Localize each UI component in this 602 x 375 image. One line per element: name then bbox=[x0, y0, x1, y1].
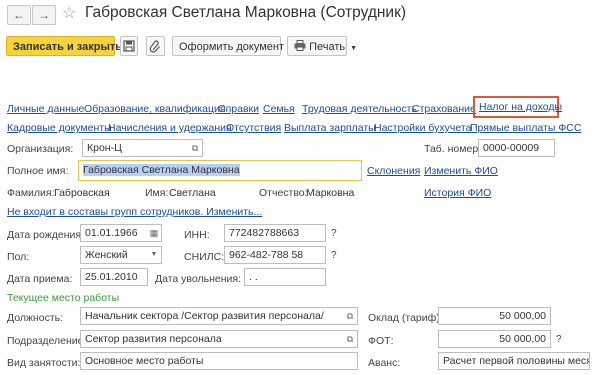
save-button[interactable] bbox=[120, 36, 138, 56]
tab-work-history[interactable]: Трудовая деятельность bbox=[302, 103, 417, 115]
org-value: Крон-Ц bbox=[87, 142, 122, 154]
chevron-down-icon[interactable]: ▼ bbox=[147, 247, 161, 263]
tab-absences[interactable]: Отсутствия bbox=[226, 122, 281, 134]
position-label: Должность: bbox=[7, 312, 64, 324]
tab-hr-documents[interactable]: Кадровые документы bbox=[7, 122, 112, 134]
snils-field[interactable]: 962-482-788 58 bbox=[224, 246, 326, 264]
tab-certificates[interactable]: Справки bbox=[218, 103, 259, 115]
back-arrow-icon: ← bbox=[13, 8, 25, 22]
fot-help-icon[interactable]: ? bbox=[556, 334, 562, 345]
forward-button[interactable]: → bbox=[32, 5, 56, 25]
birth-date-field[interactable]: 01.01.1966 ▦ bbox=[80, 224, 162, 242]
patronymic-value: Марковна bbox=[306, 187, 355, 199]
inn-help-icon[interactable]: ? bbox=[331, 228, 337, 239]
advance-label: Аванс: bbox=[368, 357, 401, 369]
inn-label: ИНН: bbox=[184, 229, 210, 241]
surname-value: Габровская bbox=[54, 187, 110, 199]
section-current-workplace: Текущее место работы bbox=[7, 292, 120, 304]
org-label: Организация: bbox=[7, 143, 74, 155]
hire-date-field[interactable]: 25.01.2010 bbox=[80, 268, 148, 286]
position-value: Начальник сектора /Сектор развития персо… bbox=[85, 310, 324, 322]
fire-date-label: Дата увольнения: bbox=[155, 273, 241, 285]
chevron-down-icon: ▼ bbox=[350, 45, 358, 52]
tab-income-tax[interactable]: Налог на доходы bbox=[479, 101, 562, 113]
inn-field[interactable]: 772482788663 bbox=[224, 224, 326, 242]
printer-icon bbox=[294, 40, 306, 51]
salary-field[interactable]: 50 000,00 bbox=[438, 307, 551, 325]
page-title: Габровская Светлана Марковна (Сотрудник) bbox=[85, 4, 407, 21]
tab-family[interactable]: Семья bbox=[263, 103, 295, 115]
open-icon[interactable]: ⧉ bbox=[188, 140, 202, 156]
open-icon[interactable]: ⧉ bbox=[343, 331, 357, 347]
fot-label: ФОТ: bbox=[368, 335, 394, 347]
gender-value: Женский bbox=[85, 249, 128, 261]
department-field[interactable]: Сектор развития персонала ⧉ bbox=[80, 330, 358, 348]
tab-fss-payments[interactable]: Прямые выплаты ФСС bbox=[470, 122, 581, 134]
name-value: Светлана bbox=[169, 187, 216, 199]
fio-history-link[interactable]: История ФИО bbox=[424, 187, 491, 199]
open-icon[interactable]: ⧉ bbox=[343, 308, 357, 324]
gender-field[interactable]: Женский ▼ bbox=[80, 246, 162, 264]
birth-date-label: Дата рождения: bbox=[7, 229, 84, 241]
employment-type-field[interactable]: Основное место работы bbox=[80, 352, 358, 370]
tab-personal-data[interactable]: Личные данные bbox=[7, 103, 84, 115]
tab-accounting-settings[interactable]: Настройки бухучета bbox=[374, 122, 471, 134]
tab-insurance[interactable]: Страхование bbox=[412, 103, 476, 115]
floppy-disk-icon bbox=[123, 40, 135, 52]
fot-field[interactable]: 50 000,00 bbox=[438, 330, 551, 348]
tab-number-label: Таб. номер: bbox=[424, 143, 482, 155]
tab-salary-payment[interactable]: Выплата зарплаты bbox=[284, 122, 376, 134]
advance-field[interactable]: Расчет первой половины месяца bbox=[438, 352, 590, 370]
birth-date-value: 01.01.1966 bbox=[85, 227, 138, 239]
department-label: Подразделение: bbox=[7, 335, 87, 347]
org-field[interactable]: Крон-Ц ⧉ bbox=[82, 139, 203, 157]
hire-date-label: Дата приема: bbox=[7, 273, 73, 285]
change-fio-link[interactable]: Изменить ФИО bbox=[424, 165, 498, 177]
groups-link[interactable]: Не входит в составы групп сотрудников. И… bbox=[7, 206, 262, 218]
print-button[interactable]: Печать ▼ bbox=[287, 36, 357, 56]
tab-number-field[interactable]: 0000-00009 bbox=[478, 139, 555, 157]
department-value: Сектор развития персонала bbox=[85, 333, 222, 345]
back-button[interactable]: ← bbox=[7, 5, 31, 25]
fire-date-field[interactable]: . . bbox=[244, 268, 326, 286]
salary-label: Оклад (тариф): bbox=[368, 312, 443, 324]
make-document-button[interactable]: Оформить документ ▼ bbox=[172, 36, 297, 56]
fullname-field[interactable]: Габровская Светлана Марковна bbox=[78, 160, 362, 181]
fullname-label: Полное имя: bbox=[7, 165, 69, 177]
name-label: Имя: bbox=[145, 187, 169, 199]
position-field[interactable]: Начальник сектора /Сектор развития персо… bbox=[80, 307, 358, 325]
snils-help-icon[interactable]: ? bbox=[331, 250, 337, 261]
tab-education[interactable]: Образование, квалификация bbox=[84, 103, 226, 115]
print-label: Печать bbox=[309, 41, 346, 53]
surname-label: Фамилия: bbox=[7, 187, 55, 199]
favorite-star-icon[interactable]: ☆ bbox=[62, 3, 76, 23]
patronymic-label: Отчество: bbox=[259, 187, 308, 199]
forward-arrow-icon: → bbox=[38, 8, 50, 22]
tab-accruals[interactable]: Начисления и удержания bbox=[108, 122, 232, 134]
snils-label: СНИЛС: bbox=[184, 251, 225, 263]
fullname-value: Габровская Светлана Марковна bbox=[83, 164, 240, 176]
gender-label: Пол: bbox=[7, 251, 30, 263]
declensions-link[interactable]: Склонения bbox=[367, 165, 420, 177]
make-document-label: Оформить документ bbox=[179, 41, 285, 53]
employment-type-label: Вид занятости: bbox=[7, 357, 81, 369]
attach-button[interactable] bbox=[146, 36, 165, 56]
paperclip-icon bbox=[149, 40, 160, 53]
save-close-button[interactable]: Записать и закрыть bbox=[6, 36, 122, 56]
calendar-icon[interactable]: ▦ bbox=[147, 225, 161, 241]
